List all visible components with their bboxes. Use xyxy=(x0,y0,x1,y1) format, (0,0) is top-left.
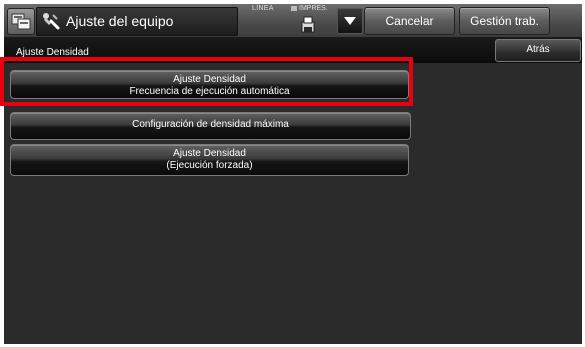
menu-item-forced-density-adjust[interactable]: Ajuste Densidad (Ejecución forzada) xyxy=(10,144,409,176)
menu-item-label: Ajuste Densidad xyxy=(173,148,246,159)
menu-item-label: Configuración de densidad máxima xyxy=(132,119,289,130)
cancel-button[interactable]: Cancelar xyxy=(364,7,455,35)
menu-item-auto-density-frequency[interactable]: Ajuste Densidad Frecuencia de ejecución … xyxy=(10,70,409,99)
menu-item-label: Ajuste Densidad xyxy=(173,74,246,85)
top-bar: Ajuste del equipo LÍNEA IMPRES. Cancelar… xyxy=(4,4,582,37)
status-line-label: LÍNEA xyxy=(252,5,274,12)
menu-item-max-density-config[interactable]: Configuración de densidad máxima xyxy=(10,112,411,140)
chevron-down-icon xyxy=(344,17,356,25)
page-title: Ajuste del equipo xyxy=(66,13,174,29)
status-dropdown-button[interactable] xyxy=(337,8,363,34)
settings-wrench-icon xyxy=(41,11,61,36)
status-print-label: IMPRES. xyxy=(291,5,328,12)
printer-icon xyxy=(301,16,315,39)
section-title: Ajuste Densidad xyxy=(16,47,89,58)
menu-item-sublabel: (Ejecución forzada) xyxy=(166,160,253,171)
back-button[interactable]: Atrás xyxy=(495,39,581,62)
menu-item-sublabel: Frecuencia de ejecución automática xyxy=(129,86,290,97)
home-icon[interactable] xyxy=(7,8,35,35)
job-status-button[interactable]: Gestión trab. xyxy=(459,7,550,35)
sub-header: Ajuste Densidad Atrás xyxy=(4,37,582,63)
device-screen: Ajuste del equipo LÍNEA IMPRES. Cancelar… xyxy=(4,4,582,344)
mode-title-box: Ajuste del equipo xyxy=(36,7,238,36)
